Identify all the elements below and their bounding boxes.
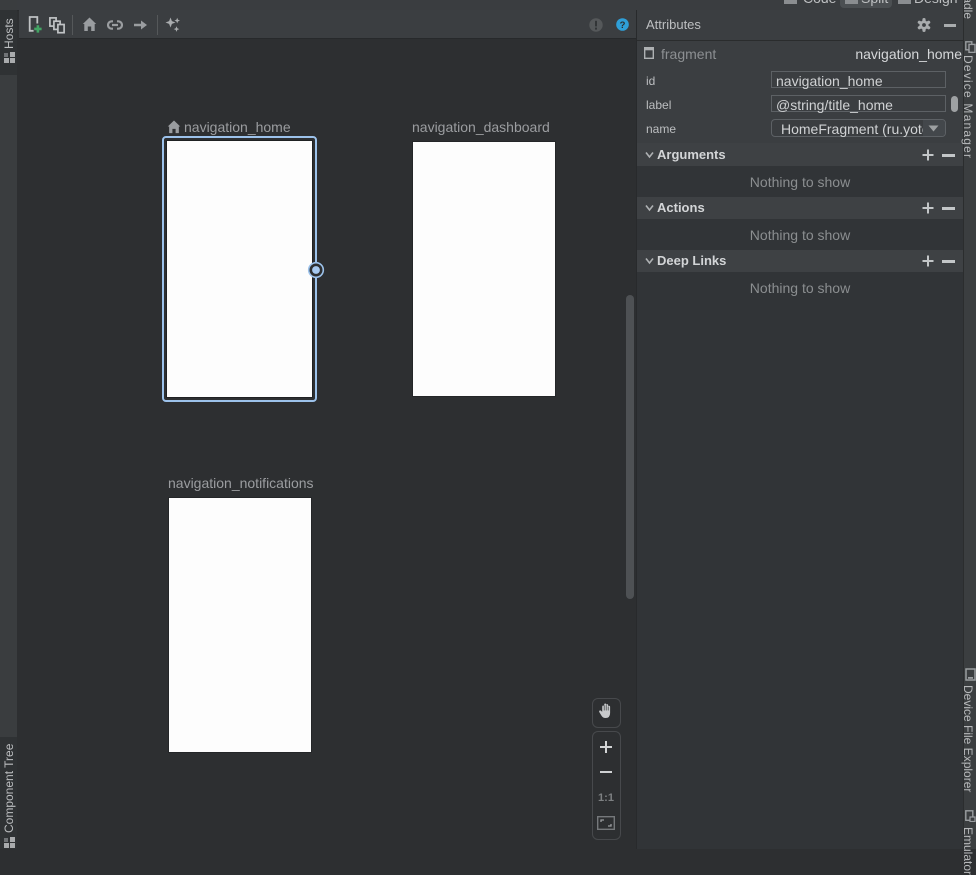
svg-text:?: ? (620, 20, 626, 31)
